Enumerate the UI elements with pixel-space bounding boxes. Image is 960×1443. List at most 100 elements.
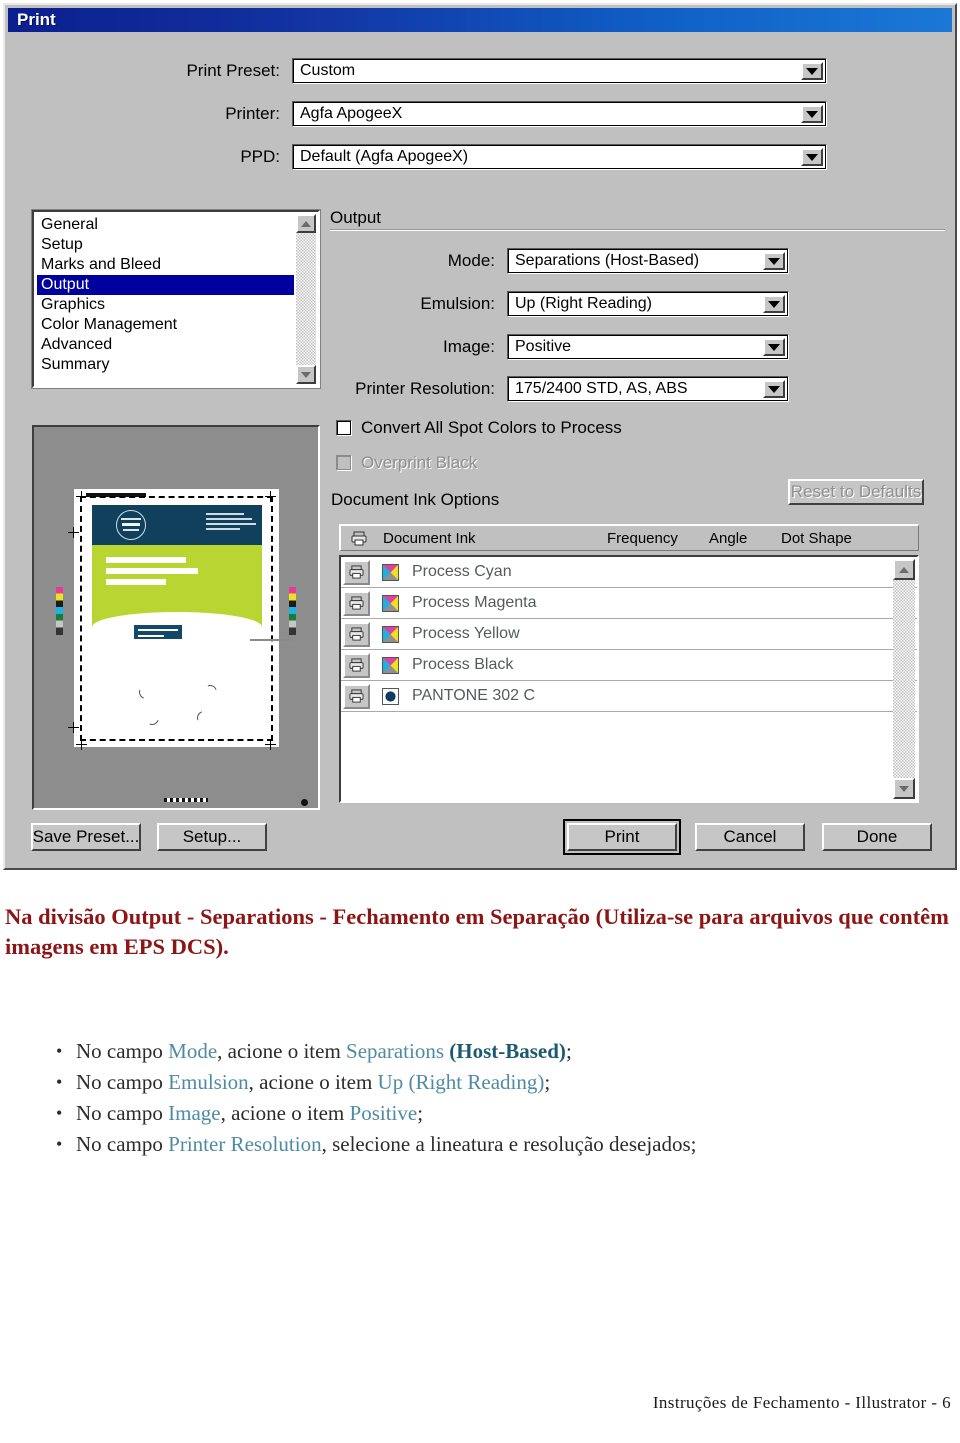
chevron-down-icon[interactable] — [801, 148, 823, 166]
sidebar-item-output[interactable]: Output — [37, 275, 294, 295]
scroll-down-icon[interactable] — [296, 365, 316, 384]
checkbox-box — [336, 455, 352, 471]
table-row[interactable]: Process Yellow — [341, 619, 917, 650]
color-control-bar-left — [56, 587, 63, 635]
row-print-toggle-icon[interactable] — [343, 590, 370, 616]
reset-to-defaults-label: Reset to Defaults — [790, 482, 922, 501]
print-preview-thumbnail[interactable] — [32, 425, 320, 810]
ink-table-scrollbar[interactable] — [893, 559, 915, 799]
registration-mark-icon — [76, 491, 87, 502]
setup-label: Setup... — [182, 827, 242, 846]
preview-headline — [106, 557, 198, 590]
col-dot-shape: Dot Shape — [781, 529, 852, 547]
bullet-value-bold: (Host-Based) — [444, 1039, 566, 1063]
emulsion-combo[interactable]: Up (Right Reading) — [507, 291, 789, 317]
printer-label: Printer: — [225, 104, 280, 123]
cancel-button[interactable]: Cancel — [695, 823, 805, 851]
cancel-label: Cancel — [723, 827, 777, 846]
preview-header-text — [206, 513, 256, 533]
print-preset-label: Print Preset: — [186, 61, 280, 80]
image-combo[interactable]: Positive — [507, 334, 789, 360]
table-row[interactable]: Process Black — [341, 650, 917, 681]
sidebar-item-setup[interactable]: Setup — [37, 235, 294, 255]
bullet-post: ; — [417, 1101, 424, 1125]
sidebar-item-general[interactable]: General — [37, 215, 294, 235]
sidebar-item-advanced[interactable]: Advanced — [37, 335, 294, 355]
scroll-up-icon[interactable] — [296, 214, 316, 233]
save-preset-button[interactable]: Save Preset... — [31, 823, 141, 851]
chevron-down-icon[interactable] — [801, 105, 823, 123]
printer-resolution-label: Printer Resolution: — [355, 379, 495, 398]
cmyk-process-icon — [382, 594, 399, 612]
printer-combo[interactable]: Agfa ApogeeX — [292, 101, 827, 127]
convert-spot-colors-checkbox[interactable]: Convert All Spot Colors to Process — [336, 418, 622, 438]
print-button[interactable]: Print — [563, 819, 681, 855]
row-print-toggle-icon[interactable] — [343, 621, 370, 647]
list-item: No campo Emulsion, acione o item Up (Rig… — [54, 1067, 960, 1098]
ppd-combo[interactable]: Default (Agfa ApogeeX) — [292, 144, 827, 170]
col-frequency: Frequency — [607, 529, 678, 547]
bullet-field: Emulsion — [168, 1070, 249, 1094]
list-item: No campo Printer Resolution, selecione a… — [54, 1129, 960, 1160]
bullet-field: Image — [168, 1101, 221, 1125]
list-item: No campo Image, acione o item Positive; — [54, 1098, 960, 1129]
sidebar-item-marks-and-bleed[interactable]: Marks and Bleed — [37, 255, 294, 275]
overprint-black-label: Overprint Black — [361, 453, 478, 472]
print-preset-value: Custom — [300, 62, 356, 79]
registration-mark-icon — [68, 722, 79, 733]
chevron-down-icon[interactable] — [763, 338, 785, 356]
save-preset-label: Save Preset... — [32, 827, 140, 846]
done-button[interactable]: Done — [822, 823, 932, 851]
bullet-field: Printer Resolution — [168, 1132, 322, 1156]
preview-bottom-marks — [164, 798, 208, 802]
cmyk-process-icon — [382, 563, 399, 581]
scroll-up-icon[interactable] — [893, 559, 915, 580]
chevron-down-icon[interactable] — [763, 295, 785, 313]
bullet-pre: No campo — [76, 1132, 169, 1156]
table-row[interactable]: PANTONE 302 C — [341, 681, 917, 712]
print-preset-combo[interactable]: Custom — [292, 58, 827, 84]
setup-button[interactable]: Setup... — [157, 823, 267, 851]
checkbox-box[interactable] — [336, 420, 352, 436]
printer-row: Printer: Agfa ApogeeX — [35, 101, 840, 127]
print-dialog: Print Print Preset: Custom Printer: Agfa… — [3, 3, 957, 870]
sidebar-item-graphics[interactable]: Graphics — [37, 295, 294, 315]
scroll-down-icon[interactable] — [893, 778, 915, 799]
section-list[interactable]: General Setup Marks and Bleed Output Gra… — [31, 209, 321, 389]
list-item: No campo Mode, acione o item Separations… — [54, 1036, 960, 1067]
mode-value: Separations (Host-Based) — [515, 252, 700, 269]
ink-table-header: Document Ink Frequency Angle Dot Shape — [339, 524, 919, 551]
image-row: Image: Positive — [335, 334, 789, 360]
row-print-toggle-icon[interactable] — [343, 683, 370, 709]
row-print-toggle-icon[interactable] — [343, 652, 370, 678]
col-document-ink: Document Ink — [383, 529, 476, 547]
ink-name: PANTONE 302 C — [412, 687, 536, 704]
emulsion-label: Emulsion: — [420, 294, 495, 313]
mode-label: Mode: — [447, 251, 495, 270]
registration-mark-icon — [265, 739, 276, 750]
bullet-pre: No campo — [76, 1101, 169, 1125]
cmyk-process-icon — [382, 656, 399, 674]
cmyk-process-icon — [382, 625, 399, 643]
chevron-down-icon[interactable] — [763, 380, 785, 398]
row-print-toggle-icon[interactable] — [343, 559, 370, 585]
sidebar-item-summary[interactable]: Summary — [37, 355, 294, 375]
chevron-down-icon[interactable] — [801, 62, 823, 80]
section-list-scrollbar[interactable] — [296, 214, 316, 384]
bullet-post: ; — [690, 1132, 697, 1156]
mode-combo[interactable]: Separations (Host-Based) — [507, 248, 789, 274]
sidebar-item-color-management[interactable]: Color Management — [37, 315, 294, 335]
table-row[interactable]: Process Magenta — [341, 588, 917, 619]
table-row[interactable]: Process Cyan — [341, 557, 917, 588]
ink-table[interactable]: Process Cyan Process Magenta Process Yel… — [339, 555, 919, 803]
bullet-pre: No campo — [76, 1039, 169, 1063]
image-label: Image: — [443, 337, 495, 356]
preview-seal-logo-icon — [116, 510, 146, 540]
printer-icon — [351, 531, 367, 550]
reset-to-defaults-button[interactable]: Reset to Defaults — [788, 479, 924, 505]
printer-resolution-combo[interactable]: 175/2400 STD, AS, ABS — [507, 376, 789, 402]
chevron-down-icon[interactable] — [763, 252, 785, 270]
page-footer: Instruções de Fechamento - Illustrator -… — [652, 1393, 951, 1412]
ink-name: Process Cyan — [412, 563, 512, 580]
image-value: Positive — [515, 338, 572, 355]
